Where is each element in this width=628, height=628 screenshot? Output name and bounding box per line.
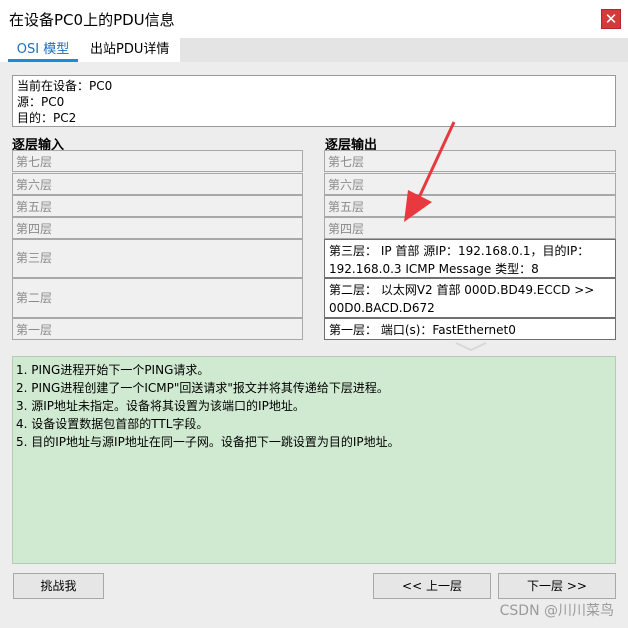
description-box: 1. PING进程开始下一个PING请求。 2. PING进程创建了一个ICMP…: [12, 356, 616, 564]
description-line-5: 5. 目的IP地址与源IP地址在同一子网。设备把下一跳设置为目的IP地址。: [16, 435, 400, 449]
chevron-down-icon: [455, 342, 487, 352]
source-device: 源：PC0: [17, 95, 65, 109]
tab-osi-model[interactable]: OSI 模型: [8, 42, 78, 62]
description-line-3: 3. 源IP地址未指定。设备将其设置为该端口的IP地址。: [16, 399, 305, 413]
tab-outbound-pdu-details[interactable]: 出站PDU详情: [86, 42, 173, 62]
tab-strip-fill: [180, 38, 628, 62]
device-info-box: 当前在设备：PC0 源：PC0 目的：PC2: [12, 75, 616, 127]
in-layer-5[interactable]: 第五层: [12, 195, 303, 217]
in-layer-7[interactable]: 第七层: [12, 150, 303, 172]
out-layer-3[interactable]: 第三层： IP 首部 源IP：192.168.0.1，目的IP：192.168.…: [324, 239, 616, 278]
out-layer-5[interactable]: 第五层: [324, 195, 616, 217]
close-icon: ✕: [604, 10, 618, 28]
challenge-me-button[interactable]: 挑战我: [13, 573, 104, 599]
current-device: 当前在设备：PC0: [17, 79, 113, 93]
in-layer-1[interactable]: 第一层: [12, 318, 303, 340]
in-layer-2[interactable]: 第二层: [12, 278, 303, 318]
out-layer-6[interactable]: 第六层: [324, 173, 616, 195]
next-layer-button[interactable]: 下一层 >>: [498, 573, 616, 599]
window-title: 在设备PC0上的PDU信息: [9, 11, 175, 29]
annotation-arrow-icon: [404, 121, 456, 222]
close-button[interactable]: ✕: [601, 9, 621, 29]
title-bar: 在设备PC0上的PDU信息 ✕: [0, 0, 628, 38]
in-layer-4[interactable]: 第四层: [12, 217, 303, 239]
out-layer-2[interactable]: 第二层： 以太网V2 首部 000D.BD49.ECCD >> 00D0.BAC…: [324, 278, 616, 318]
out-layer-4[interactable]: 第四层: [324, 217, 616, 239]
in-layer-6[interactable]: 第六层: [12, 173, 303, 195]
watermark: CSDN @川川菜鸟: [499, 603, 614, 619]
previous-layer-button[interactable]: << 上一层: [373, 573, 491, 599]
out-layer-1[interactable]: 第一层： 端口(s)：FastEthernet0: [324, 318, 616, 340]
in-layer-3[interactable]: 第三层: [12, 239, 303, 278]
out-layer-7[interactable]: 第七层: [324, 150, 616, 172]
description-line-4: 4. 设备设置数据包首部的TTL字段。: [16, 417, 209, 431]
description-line-1: 1. PING进程开始下一个PING请求。: [16, 363, 210, 377]
description-line-2: 2. PING进程创建了一个ICMP"回送请求"报文并将其传递给下层进程。: [16, 381, 389, 395]
destination-device: 目的：PC2: [17, 111, 77, 125]
